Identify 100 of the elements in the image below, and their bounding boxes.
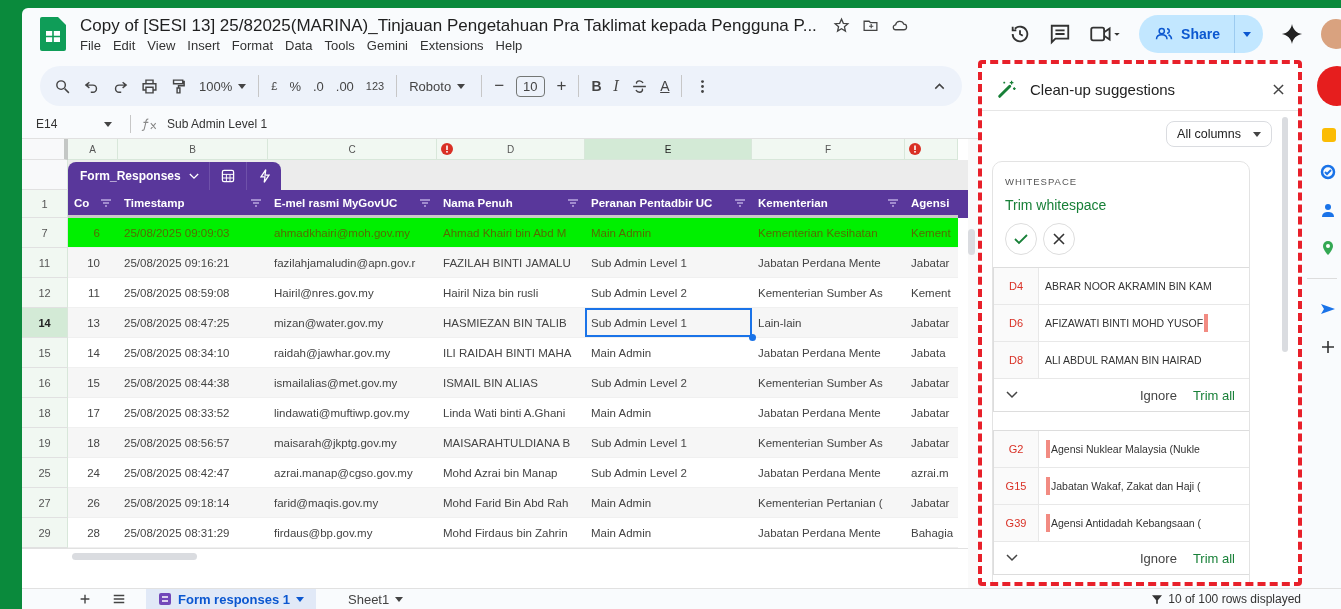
document-title[interactable]: Copy of [SESI 13] 25/82025(MARINA)_Tinjauan Pengetahuan Pra Taklimat kepada Pengguna P...: [80, 15, 817, 36]
expand-icon[interactable]: [1006, 391, 1018, 399]
filter-icon[interactable]: [887, 197, 899, 208]
table-cell: 18: [68, 428, 118, 458]
table-cell: Kementerian Kesihatan: [752, 218, 905, 248]
zoom-dropdown[interactable]: 100%: [199, 78, 247, 94]
filter-icon[interactable]: [250, 197, 262, 208]
trim-all-button[interactable]: Trim all: [1192, 550, 1235, 566]
row-number[interactable]: 7: [22, 218, 68, 248]
row-number[interactable]: 29: [22, 518, 68, 548]
table-cell: 15: [68, 368, 118, 398]
row-number[interactable]: 25: [22, 458, 68, 488]
menu-item[interactable]: Extensions: [420, 37, 484, 53]
cell-reference[interactable]: G15: [994, 468, 1039, 504]
increase-decimal-button[interactable]: .00: [335, 78, 354, 94]
table-cell: Lain-lain: [752, 308, 905, 338]
currency-format-button[interactable]: £: [271, 80, 278, 92]
table-name-button[interactable]: Form_Responses: [80, 169, 199, 183]
row-number[interactable]: 15: [22, 338, 68, 368]
sheet-tab[interactable]: Form responses 1: [146, 589, 316, 609]
percent-format-button[interactable]: %: [289, 78, 301, 94]
table-cell: mizan@water.gov.my: [268, 308, 437, 338]
cell-reference[interactable]: G2: [994, 431, 1039, 467]
fill-handle[interactable]: [749, 334, 756, 341]
font-dropdown[interactable]: Roboto: [409, 78, 470, 94]
cell-reference[interactable]: G39: [994, 505, 1039, 541]
cell-reference[interactable]: D4: [994, 268, 1039, 304]
decrease-size-button[interactable]: −: [494, 76, 505, 96]
check-icon: [1013, 231, 1029, 247]
text-color-button[interactable]: A: [660, 78, 670, 94]
scrollbar-thumb[interactable]: [1282, 117, 1288, 352]
table-cell: 26: [68, 488, 118, 518]
filter-icon[interactable]: [100, 197, 112, 208]
star-icon[interactable]: [832, 17, 850, 34]
row-number[interactable]: 18: [22, 398, 68, 428]
filter-icon[interactable]: [734, 197, 746, 208]
close-icon: [1051, 231, 1067, 247]
row-count-text: 10 of 100 rows displayed: [1152, 592, 1301, 606]
table-cell: 25/08/2025 08:56:57: [118, 428, 268, 458]
menu-item[interactable]: Help: [495, 37, 523, 53]
sparkle-icon[interactable]: [1281, 23, 1303, 45]
close-icon[interactable]: [1273, 83, 1284, 95]
plus-icon[interactable]: [1319, 339, 1336, 355]
menu-item[interactable]: Format: [231, 37, 273, 53]
ignore-button[interactable]: Ignore: [1140, 550, 1177, 566]
column-filter-dropdown[interactable]: All columns: [1166, 121, 1272, 147]
row-number[interactable]: 19: [22, 428, 68, 458]
menu-item[interactable]: View: [147, 37, 176, 53]
sheet-tab[interactable]: Sheet1: [336, 589, 416, 609]
menu-item[interactable]: Insert: [187, 37, 220, 53]
number-format-button[interactable]: 123: [365, 80, 385, 92]
scrollbar-thumb[interactable]: [968, 229, 975, 255]
row-number[interactable]: 11: [22, 248, 68, 278]
menu-item[interactable]: Tools: [324, 37, 355, 53]
print-icon[interactable]: [141, 77, 158, 95]
name-box[interactable]: E14: [36, 117, 120, 131]
table-cell: Jabatan Perdana Mente: [752, 518, 905, 548]
menu-item[interactable]: Gemini: [366, 37, 408, 53]
spreadsheet-logo-icon[interactable]: [40, 17, 66, 51]
column-header[interactable]: [905, 139, 958, 160]
person-icon[interactable]: [1319, 202, 1336, 218]
column-header[interactable]: F: [752, 139, 905, 160]
add-sheet-icon[interactable]: [78, 592, 92, 606]
column-header[interactable]: A: [68, 139, 118, 160]
expand-icon[interactable]: [1006, 554, 1018, 562]
search-icon[interactable]: [54, 77, 71, 95]
filter-icon[interactable]: [567, 197, 579, 208]
table-view-icon[interactable]: [219, 168, 236, 184]
row-number[interactable]: 1: [22, 190, 68, 218]
send-icon[interactable]: [1319, 301, 1336, 317]
bold-button[interactable]: B: [591, 78, 602, 94]
sheet-list-icon[interactable]: [112, 592, 126, 606]
paint-format-icon[interactable]: [170, 77, 187, 95]
column-header[interactable]: C: [268, 139, 437, 160]
row-number[interactable]: 27: [22, 488, 68, 518]
row-number[interactable]: 12: [22, 278, 68, 308]
comment-icon[interactable]: [1049, 23, 1072, 45]
formula-input[interactable]: Sub Admin Level 1: [167, 117, 268, 131]
error-icon: [441, 143, 453, 155]
menu-item[interactable]: Edit: [112, 37, 136, 53]
increase-size-button[interactable]: +: [556, 76, 567, 96]
scrollbar-thumb[interactable]: [72, 553, 197, 560]
filter-icon[interactable]: [419, 197, 431, 208]
font-size-field[interactable]: 10: [516, 75, 545, 97]
menu-item[interactable]: Data: [285, 37, 313, 53]
column-header[interactable]: E: [585, 139, 752, 160]
strikethrough-icon[interactable]: [631, 77, 649, 95]
tasks-icon[interactable]: [1319, 164, 1336, 180]
italic-button[interactable]: I: [613, 78, 620, 94]
ignore-button[interactable]: Ignore: [1140, 387, 1177, 403]
column-header[interactable]: D: [437, 139, 585, 160]
row-number[interactable]: 14: [22, 308, 68, 338]
cell-reference[interactable]: D6: [994, 305, 1039, 341]
table-cell: Kementerian Pertanian (: [752, 488, 905, 518]
row-number[interactable]: 16: [22, 368, 68, 398]
trim-all-button[interactable]: Trim all: [1192, 387, 1235, 403]
menu-item[interactable]: File: [80, 37, 101, 53]
column-header[interactable]: B: [118, 139, 268, 160]
cell-reference[interactable]: D8: [994, 342, 1039, 378]
decrease-decimal-button[interactable]: .0: [312, 78, 324, 94]
